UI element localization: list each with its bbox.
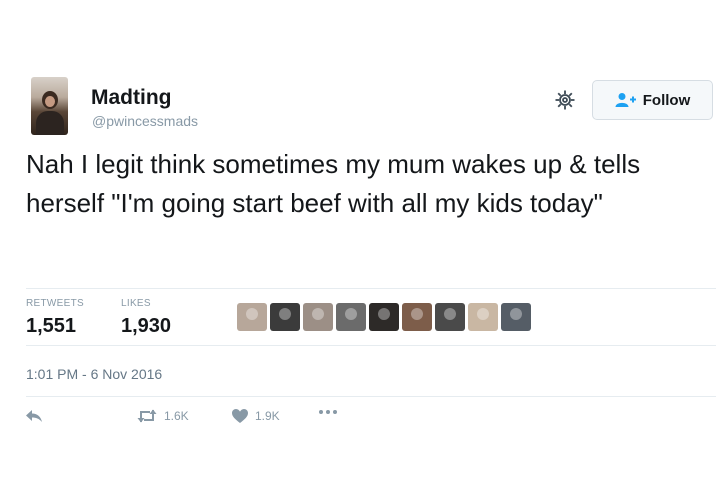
heart-icon (231, 408, 249, 424)
likes-label[interactable]: LIKES (121, 298, 151, 309)
liker-avatar[interactable] (369, 303, 399, 331)
more-dots-icon (318, 408, 338, 416)
gear-icon[interactable] (554, 89, 576, 111)
like-button[interactable]: 1.9K (231, 408, 280, 424)
follow-label: Follow (642, 91, 691, 109)
tweet-card: Madting @pwincessmads Follow Nah I legit… (0, 0, 728, 503)
avatar-face (45, 96, 55, 107)
avatar-body (36, 111, 64, 135)
divider (26, 288, 716, 289)
likes-count[interactable]: 1,930 (121, 315, 171, 338)
follow-button[interactable]: Follow (592, 80, 713, 120)
liker-avatar[interactable] (402, 303, 432, 331)
user-handle[interactable]: @pwincessmads (92, 113, 198, 129)
reply-button[interactable] (24, 408, 44, 424)
retweets-label[interactable]: RETWEETS (26, 298, 84, 309)
divider (26, 345, 716, 346)
divider (26, 396, 716, 397)
add-user-icon (615, 92, 637, 108)
liker-avatars (237, 303, 531, 331)
avatar[interactable] (31, 77, 68, 135)
reply-icon (24, 408, 44, 424)
display-name[interactable]: Madting (91, 86, 171, 110)
liker-avatar[interactable] (336, 303, 366, 331)
tweet-text: Nah I legit think sometimes my mum wakes… (26, 149, 641, 218)
retweet-icon (136, 408, 158, 424)
liker-avatar[interactable] (501, 303, 531, 331)
liker-avatar[interactable] (270, 303, 300, 331)
retweet-count: 1.6K (164, 409, 189, 423)
liker-avatar[interactable] (237, 303, 267, 331)
tweet-timestamp[interactable]: 1:01 PM - 6 Nov 2016 (26, 366, 162, 382)
liker-avatar[interactable] (435, 303, 465, 331)
retweet-button[interactable]: 1.6K (136, 408, 189, 424)
more-button[interactable] (318, 408, 338, 416)
liker-avatar[interactable] (303, 303, 333, 331)
liker-avatar[interactable] (468, 303, 498, 331)
retweets-count[interactable]: 1,551 (26, 315, 76, 338)
like-count: 1.9K (255, 409, 280, 423)
